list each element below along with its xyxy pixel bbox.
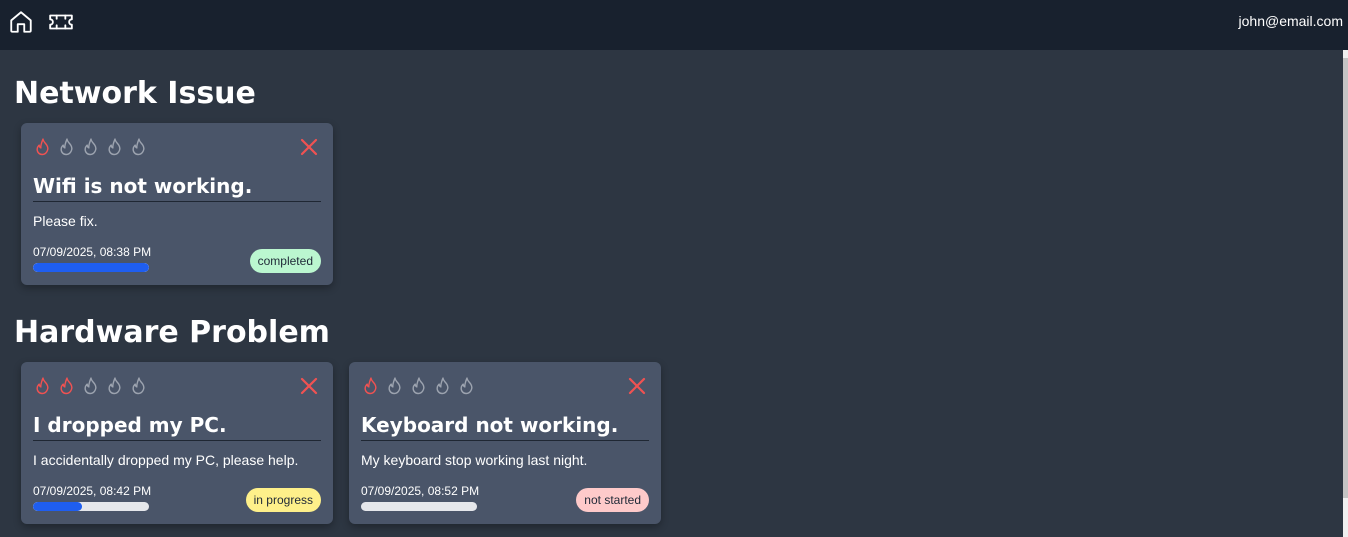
category-title: Hardware Problem	[14, 315, 330, 350]
flame-icon[interactable]	[457, 375, 477, 397]
ticket-title: I dropped my PC.	[33, 413, 321, 441]
priority-rating	[361, 375, 477, 397]
flame-icon[interactable]	[129, 136, 149, 158]
user-email[interactable]: john@email.com	[1239, 13, 1343, 29]
priority-rating	[33, 136, 149, 158]
ticket-description: Please fix.	[33, 213, 98, 229]
status-badge: not started	[576, 488, 649, 512]
flame-icon[interactable]	[105, 136, 125, 158]
flame-icon-active[interactable]	[33, 136, 53, 158]
flame-icon-active[interactable]	[33, 375, 53, 397]
status-badge: in progress	[245, 488, 321, 512]
ticket-description: I accidentally dropped my PC, please hel…	[33, 452, 299, 468]
progress-fill	[33, 263, 149, 272]
flame-icon[interactable]	[105, 375, 125, 397]
flame-icon-active[interactable]	[361, 375, 381, 397]
ticket-card[interactable]: I dropped my PC. I accidentally dropped …	[21, 362, 333, 524]
flame-icon[interactable]	[129, 375, 149, 397]
ticket-date: 07/09/2025, 08:38 PM	[33, 245, 152, 259]
flame-icon[interactable]	[81, 375, 101, 397]
flame-icon-active[interactable]	[57, 375, 77, 397]
close-icon[interactable]	[627, 376, 647, 396]
home-icon[interactable]	[8, 9, 34, 35]
category-title: Network Issue	[14, 76, 256, 111]
flame-icon[interactable]	[433, 375, 453, 397]
page-scrollbar[interactable]	[1343, 50, 1348, 537]
ticket-description: My keyboard stop working last night.	[361, 452, 588, 468]
scrollbar-thumb[interactable]	[1343, 58, 1348, 498]
progress-fill	[33, 502, 82, 511]
ticket-card[interactable]: Keyboard not working. My keyboard stop w…	[349, 362, 661, 524]
ticket-title: Keyboard not working.	[361, 413, 649, 441]
flame-icon[interactable]	[81, 136, 101, 158]
ticket-date: 07/09/2025, 08:42 PM	[33, 484, 152, 498]
close-icon[interactable]	[299, 376, 319, 396]
ticket-icon[interactable]	[48, 9, 74, 35]
ticket-date: 07/09/2025, 08:52 PM	[361, 484, 480, 498]
priority-rating	[33, 375, 149, 397]
close-icon[interactable]	[299, 137, 319, 157]
flame-icon[interactable]	[409, 375, 429, 397]
ticket-card[interactable]: Wifi is not working. Please fix. 07/09/2…	[21, 123, 333, 285]
flame-icon[interactable]	[385, 375, 405, 397]
progress-bar	[361, 502, 477, 511]
status-badge: completed	[249, 249, 321, 273]
flame-icon[interactable]	[57, 136, 77, 158]
progress-bar	[33, 263, 149, 272]
progress-bar	[33, 502, 149, 511]
top-navbar: john@email.com	[0, 0, 1348, 50]
ticket-title: Wifi is not working.	[33, 174, 321, 202]
